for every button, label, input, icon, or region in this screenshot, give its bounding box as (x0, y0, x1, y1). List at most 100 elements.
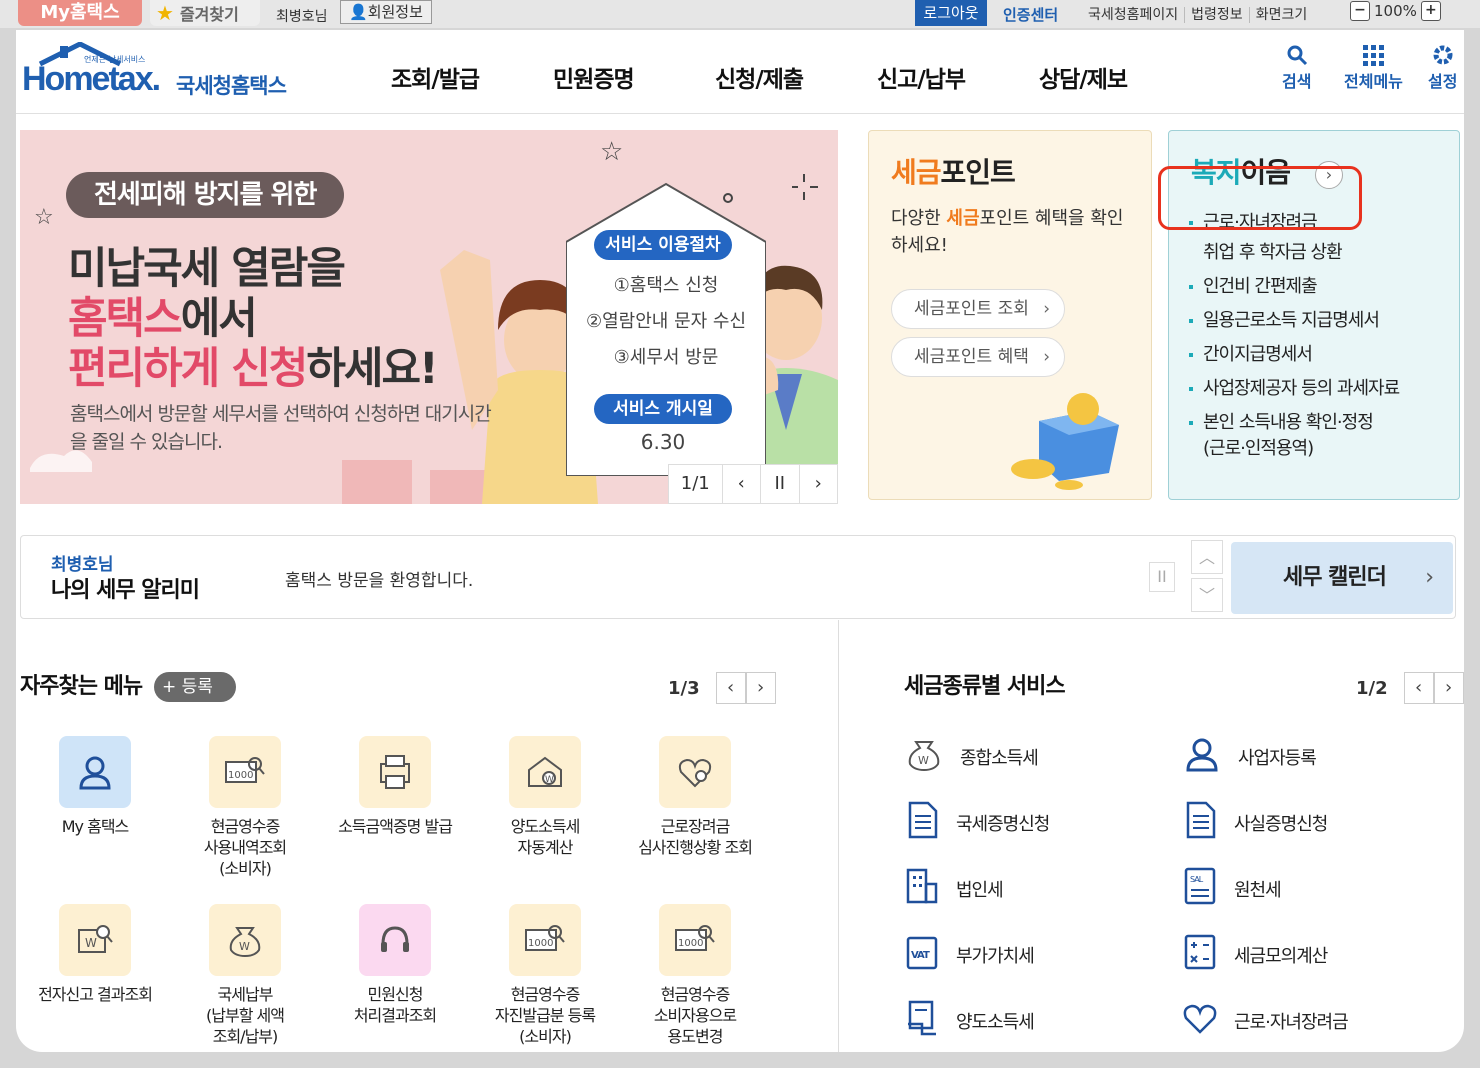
welfare-item-business-provider[interactable]: 사업장제공자 등의 과세자료 (1187, 377, 1447, 401)
tax-service-item[interactable]: VAT 부가가치세 (904, 932, 1035, 977)
nts-homepage-link[interactable]: 국세청홈페이지 (1082, 7, 1184, 23)
coin-box-icon (1011, 393, 1119, 490)
svg-text:W: W (545, 775, 554, 785)
salary-icon: SAL (1182, 866, 1234, 911)
tax-service-item[interactable]: SAL 원천세 (1182, 866, 1282, 911)
won-search-icon: W (59, 904, 131, 976)
nav-inquiry-issue[interactable]: 조회/발급 (391, 60, 553, 94)
svg-text:W: W (85, 936, 97, 950)
welfare-item-daily-wage[interactable]: 일용근로소득 지급명세서 (1187, 309, 1447, 333)
nav-apply-submit[interactable]: 신청/제출 (715, 60, 877, 94)
alarm-up-button[interactable]: ︿ (1191, 540, 1223, 574)
welfare-item-income-check[interactable]: 본인 소득내용 확인·정정 (1187, 411, 1447, 435)
favorite-item-label: 국세납부 (납부할 세액 조회/납부) (206, 985, 285, 1046)
cert-center-link[interactable]: 인증센터 (1003, 4, 1058, 25)
alarm-title: 나의 세무 알리미 (51, 578, 200, 603)
welfare-item-student-loan[interactable]: 취업 후 학자금 상환 (1187, 241, 1447, 265)
zoom-out-button[interactable]: − (1350, 1, 1370, 21)
zoom-control: − 100% + (1350, 1, 1441, 21)
favorites-next-button[interactable]: › (745, 672, 776, 704)
steps-list: ①홈택스 신청 ②열람안내 문자 수신 ③세무서 방문 (576, 268, 756, 376)
step-2: ②열람안내 문자 수신 (585, 311, 747, 332)
favorite-item[interactable]: 민원신청 처리결과조회 (320, 904, 470, 1026)
nav-consult-report[interactable]: 상담/제보 (1039, 60, 1201, 94)
top-links: 국세청홈페이지 법령정보 화면크기 (1082, 4, 1314, 24)
vat-icon: VAT (904, 932, 956, 977)
tax-service-item[interactable]: 세금모의계산 (1182, 932, 1328, 977)
all-menu-button[interactable]: 전체메뉴 (1344, 44, 1403, 92)
zoom-in-button[interactable]: + (1420, 1, 1441, 21)
header: 언제든 납세서비스 Hometax. 국세청홈택스 조회/발급 민원증명 신청/… (16, 30, 1464, 114)
document-icon (904, 800, 956, 845)
tax-calendar-button[interactable]: 세무 캘린더 › (1231, 542, 1453, 614)
favorite-item[interactable]: 소득금액증명 발급 (320, 736, 470, 837)
all-menu-label: 전체메뉴 (1344, 72, 1403, 91)
main-nav: 조회/발급 민원증명 신청/제출 신고/납부 상담/제보 (391, 60, 1201, 94)
settings-button[interactable]: 설정 (1428, 44, 1457, 92)
banner-headline-3-rest: 하세요! (306, 344, 438, 394)
welfare-item-simple-statement[interactable]: 간이지급명세서 (1187, 343, 1447, 367)
tax-point-title-accent: 세금 (891, 156, 942, 189)
tax-point-inquiry-button[interactable]: 세금포인트 조회 › (891, 289, 1065, 329)
tax-service-item[interactable]: 사업자등록 (1182, 734, 1317, 779)
welfare-list: 근로·자녀장려금 취업 후 학자금 상환 인건비 간편제출 일용근로소득 지급명… (1187, 211, 1447, 471)
tax-service-item[interactable]: 양도소득세 (904, 998, 1035, 1043)
banner-counter: 1/1 (680, 473, 710, 494)
svg-text:1000: 1000 (528, 938, 553, 949)
favorite-item[interactable]: W 양도소득세 자동계산 (470, 736, 620, 858)
welfare-item-labor-cost[interactable]: 인건비 간편제출 (1187, 275, 1447, 299)
tax-service-item[interactable]: 근로·자녀장려금 (1182, 998, 1349, 1043)
favorites-title: 자주찾는 메뉴 (20, 674, 143, 699)
tax-services-next-button[interactable]: › (1433, 672, 1464, 704)
favorite-item-label: 양도소득세 자동계산 (510, 817, 581, 857)
banner-pause-button[interactable]: II (760, 465, 799, 503)
favorite-item-label: My 홈택스 (61, 817, 130, 836)
tax-service-item[interactable]: 사실증명신청 (1182, 800, 1328, 845)
favorite-item[interactable]: 1000 현금영수증 사용내역조회 (소비자) (170, 736, 320, 879)
member-info-button[interactable]: 👤회원정보 (340, 0, 432, 24)
favorite-item[interactable]: 1000 현금영수증 자진발급분 등록 (소비자) (470, 904, 620, 1047)
tax-service-label: 국세증명신청 (956, 813, 1050, 835)
heart-search-icon (659, 736, 731, 808)
banner-headline-3-accent: 편리하게 신청 (68, 344, 308, 394)
search-button[interactable]: 검색 (1282, 44, 1311, 92)
tax-point-desc-accent: 세금 (946, 208, 980, 229)
banner-pill: 전세피해 방지를 위한 (66, 172, 345, 218)
person-icon (1182, 734, 1238, 779)
favorite-item[interactable]: W 전자신고 결과조회 (20, 904, 170, 1005)
tax-service-item[interactable]: 국세증명신청 (904, 800, 1050, 845)
nav-civil-cert[interactable]: 민원증명 (553, 60, 715, 94)
house-won-icon: W (509, 736, 581, 808)
favorite-item[interactable]: 근로장려금 심사진행상황 조회 (620, 736, 770, 858)
tax-point-benefit-label: 세금포인트 혜택 (914, 347, 1029, 367)
banner-next-button[interactable]: › (798, 465, 838, 503)
nav-report-pay[interactable]: 신고/납부 (877, 60, 1039, 94)
favorites-add-button[interactable]: + 등록 (154, 672, 236, 702)
chevron-right-icon: › (1425, 565, 1434, 590)
steps-title: 서비스 이용절차 (594, 230, 732, 260)
tax-services-prev-button[interactable]: ‹ (1403, 672, 1434, 704)
favorite-item[interactable]: 1000 현금영수증 소비자용으로 용도변경 (620, 904, 770, 1047)
favorites-tab[interactable]: ★ 즐겨찾기 (150, 0, 260, 26)
alarm-down-button[interactable]: ﹀ (1191, 578, 1223, 612)
search-label: 검색 (1282, 72, 1312, 91)
tax-service-label: 사실증명신청 (1234, 813, 1328, 835)
favorites-prev-button[interactable]: ‹ (715, 672, 746, 704)
tax-service-item[interactable]: W 종합소득세 (904, 734, 1039, 779)
favorite-item[interactable]: My 홈택스 (20, 736, 170, 837)
tax-services-pager: 1/2 ‹ › (1356, 672, 1464, 704)
tax-service-item[interactable]: 법인세 (904, 866, 1004, 911)
hometax-logo[interactable]: 언제든 납세서비스 Hometax. 국세청홈택스 (20, 41, 320, 106)
main-banner[interactable]: ☆ ☆ 전세피해 방지를 위한 미납국세 열람을 홈택스에서 편리하게 신청하세… (20, 130, 838, 504)
person-icon (59, 736, 131, 808)
welfare-item-income-check-sub: (근로·인적용역) (1203, 438, 1314, 459)
my-hometax-tab[interactable]: My홈택스 (18, 0, 142, 26)
tax-point-benefit-button[interactable]: 세금포인트 혜택 › (891, 337, 1065, 377)
logout-button[interactable]: 로그아웃 (915, 0, 987, 26)
member-info-label: 회원정보 (367, 3, 423, 21)
favorites-label: 즐겨찾기 (179, 5, 239, 24)
law-info-link[interactable]: 법령정보 (1184, 7, 1249, 23)
favorite-item[interactable]: W 국세납부 (납부할 세액 조회/납부) (170, 904, 320, 1047)
alarm-pause-button[interactable]: II (1149, 562, 1175, 592)
banner-prev-button[interactable]: ‹ (721, 465, 761, 503)
